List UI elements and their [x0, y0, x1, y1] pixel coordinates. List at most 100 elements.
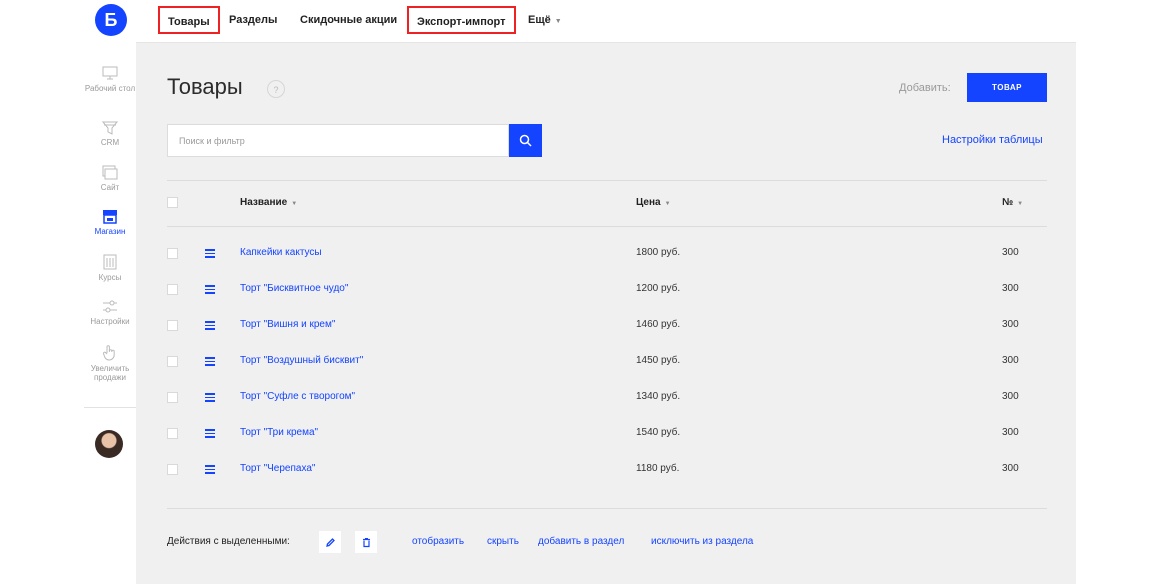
product-name-link[interactable]: Капкейки кактусы — [240, 247, 322, 258]
product-name-link[interactable]: Торт "Три крема" — [240, 427, 318, 438]
product-number: 300 — [1002, 283, 1019, 294]
shop-icon — [103, 210, 117, 224]
top-nav: Товары Разделы Скидочные акции Экспорт-и… — [136, 0, 1076, 43]
rail-item-label: Увеличить продажи — [90, 364, 130, 382]
pencil-icon — [325, 537, 335, 547]
product-price: 1800 руб. — [636, 247, 681, 258]
rail-item-settings[interactable]: Настройки — [84, 299, 136, 326]
column-header-label: Название — [240, 197, 288, 208]
product-name-link[interactable]: Торт "Черепаха" — [240, 463, 315, 474]
nav-tab-products[interactable]: Товары — [158, 6, 220, 34]
product-price: 1540 руб. — [636, 427, 681, 438]
add-to-section-link[interactable]: добавить в раздел — [538, 536, 624, 547]
rail-divider — [84, 407, 136, 408]
product-number: 300 — [1002, 391, 1019, 402]
row-checkbox[interactable] — [167, 392, 178, 403]
main-panel: Товары ? Добавить: ТОВАР Настройки табли… — [136, 43, 1076, 584]
product-name-link[interactable]: Торт "Бисквитное чудо" — [240, 283, 348, 294]
column-header-label: № — [1002, 197, 1014, 208]
rail-item-label: Курсы — [98, 273, 122, 282]
sort-icon: ▼ — [1017, 201, 1024, 207]
divider — [167, 180, 1047, 181]
rail-item-dashboard[interactable]: Рабочий стол — [84, 66, 136, 93]
product-price: 1200 руб. — [636, 283, 681, 294]
product-name-link[interactable]: Торт "Суфле с творогом" — [240, 391, 355, 402]
row-checkbox[interactable] — [167, 248, 178, 259]
product-name-link[interactable]: Торт "Воздушный бисквит" — [240, 355, 363, 366]
site-icon — [102, 165, 118, 180]
row-menu-icon[interactable] — [205, 321, 215, 330]
row-checkbox[interactable] — [167, 284, 178, 295]
funnel-icon — [102, 121, 118, 135]
product-number: 300 — [1002, 319, 1019, 330]
product-number: 300 — [1002, 463, 1019, 474]
delete-selected-button[interactable] — [355, 531, 377, 553]
nav-tab-label: Скидочные акции — [300, 14, 398, 26]
add-product-button[interactable]: ТОВАР — [967, 73, 1047, 102]
rail-item-courses[interactable]: Курсы — [84, 254, 136, 282]
select-all-checkbox[interactable] — [167, 197, 178, 208]
rail-item-site[interactable]: Сайт — [84, 165, 136, 192]
product-number: 300 — [1002, 355, 1019, 366]
nav-tab-label: Разделы — [229, 14, 278, 26]
chevron-down-icon: ▼ — [554, 18, 562, 25]
nav-tab-discounts[interactable]: Скидочные акции — [292, 6, 405, 34]
row-menu-icon[interactable] — [205, 249, 215, 258]
row-checkbox[interactable] — [167, 356, 178, 367]
search-input[interactable] — [167, 124, 509, 157]
rail-item-label: CRM — [100, 138, 120, 147]
nav-tab-label: Экспорт-импорт — [417, 16, 506, 28]
nav-tab-export-import[interactable]: Экспорт-импорт — [407, 6, 516, 34]
row-menu-icon[interactable] — [205, 357, 215, 366]
nav-tab-label: Товары — [168, 16, 210, 28]
help-icon[interactable]: ? — [267, 80, 285, 98]
search-icon — [519, 134, 532, 147]
hide-link[interactable]: скрыть — [487, 536, 519, 547]
column-header-number[interactable]: № ▼ — [1002, 197, 1023, 208]
rail-item-label: Сайт — [100, 183, 120, 192]
product-price: 1450 руб. — [636, 355, 681, 366]
product-number: 300 — [1002, 427, 1019, 438]
nav-tab-label: Ещё — [528, 14, 551, 26]
avatar[interactable] — [95, 430, 123, 458]
rail-item-crm[interactable]: CRM — [84, 121, 136, 147]
product-price: 1180 руб. — [636, 463, 680, 474]
sort-icon: ▼ — [291, 201, 298, 207]
column-header-label: Цена — [636, 197, 661, 208]
row-menu-icon[interactable] — [205, 285, 215, 294]
column-header-price[interactable]: Цена ▼ — [636, 197, 671, 208]
search-button[interactable] — [509, 124, 542, 157]
monitor-icon — [102, 66, 118, 80]
remove-from-section-link[interactable]: исключить из раздела — [651, 536, 753, 547]
row-menu-icon[interactable] — [205, 429, 215, 438]
show-link[interactable]: отобразить — [412, 536, 464, 547]
rail-item-label: Магазин — [94, 227, 126, 236]
row-menu-icon[interactable] — [205, 393, 215, 402]
rail-item-label: Рабочий стол — [84, 84, 136, 93]
nav-tab-sections[interactable]: Разделы — [221, 6, 285, 34]
page-title: Товары — [167, 74, 243, 99]
trash-icon — [362, 537, 370, 547]
row-checkbox[interactable] — [167, 320, 178, 331]
divider — [167, 508, 1047, 509]
column-header-name[interactable]: Название ▼ — [240, 197, 297, 208]
row-menu-icon[interactable] — [205, 465, 215, 474]
row-checkbox[interactable] — [167, 464, 178, 475]
divider — [167, 226, 1047, 227]
bulk-actions-label: Действия с выделенными: — [167, 536, 290, 547]
logo[interactable]: Б — [95, 4, 127, 36]
edit-selected-button[interactable] — [319, 531, 341, 553]
product-price: 1340 руб. — [636, 391, 681, 402]
courses-icon — [103, 254, 117, 270]
add-label: Добавить: — [899, 82, 951, 94]
nav-tab-more[interactable]: Ещё ▼ — [520, 6, 570, 34]
product-name-link[interactable]: Торт "Вишня и крем" — [240, 319, 335, 330]
hand-icon — [103, 345, 115, 361]
sort-icon: ▼ — [664, 201, 671, 207]
rail-item-label: Настройки — [90, 317, 130, 326]
rail-item-grow-sales[interactable]: Увеличить продажи — [84, 344, 136, 382]
product-price: 1460 руб. — [636, 319, 681, 330]
table-settings-link[interactable]: Настройки таблицы — [942, 134, 1043, 146]
row-checkbox[interactable] — [167, 428, 178, 439]
rail-item-shop[interactable]: Магазин — [84, 209, 136, 236]
